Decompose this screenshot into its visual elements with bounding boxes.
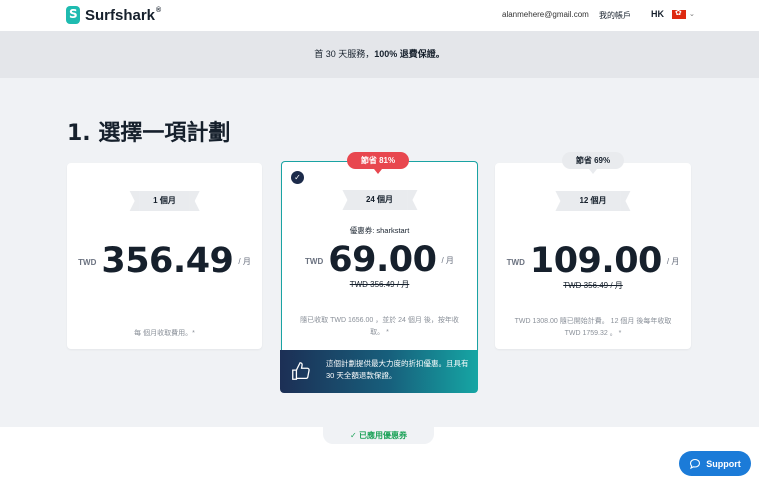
price-amount: 69.00: [328, 240, 437, 280]
plan-duration-ribbon: 24 個月: [341, 190, 418, 210]
page-title: 1. 選擇一項計劃: [67, 121, 231, 146]
billing-note: TWD 1308.00 隨已開始計費。 12 個月 後每年收取 TWD 1759…: [514, 318, 672, 337]
billing-note: 每 個月收取費用。*: [134, 330, 195, 337]
plan-duration-ribbon: 1 個月: [129, 191, 200, 211]
original-price: TWD 356.49 / 月: [563, 281, 623, 290]
promo-text: 這個計劃提供最大力度的折扣優惠。且具有 30 天全額退款保證。: [326, 359, 469, 380]
currency-label: TWD: [506, 257, 525, 267]
hong-kong-flag-icon: [672, 8, 686, 19]
banner-bold-text: 100% 退費保證。: [374, 49, 445, 59]
applied-coupon-label[interactable]: ✓ 已應用優惠券: [323, 430, 434, 441]
plan-price: TWD 109.00 / 月: [495, 241, 691, 281]
savings-badge-81: 節省 81%: [347, 152, 409, 174]
region-code: HK: [651, 9, 664, 19]
brand-name: Surfshark®: [85, 6, 162, 24]
plan-price: TWD 69.00 / 月: [282, 240, 477, 280]
price-amount: 109.00: [529, 241, 663, 281]
plan-duration-ribbon: 12 個月: [555, 191, 631, 211]
thumbs-up-icon: [292, 362, 310, 380]
price-amount: 356.49: [101, 241, 234, 281]
region-selector[interactable]: HK ⌄: [651, 8, 695, 20]
selected-check-icon: ✓: [291, 171, 304, 184]
currency-label: TWD: [78, 257, 97, 267]
price-period: / 月: [441, 255, 454, 265]
banner-text: 首 30 天服務，: [314, 49, 375, 59]
original-price: TWD 356.49 / 月: [349, 280, 410, 289]
plan-card-12-months[interactable]: 12 個月 TWD 109.00 / 月 TWD 356.49 / 月 TWD …: [495, 163, 691, 349]
surfshark-logo-icon: [66, 6, 80, 24]
currency-label: TWD: [305, 256, 324, 266]
best-deal-promo: 這個計劃提供最大力度的折扣優惠。且具有 30 天全額退款保證。: [280, 350, 478, 393]
chat-bubble-icon: [690, 458, 701, 469]
savings-badge-69: 節省 69%: [562, 152, 624, 174]
surfshark-logo[interactable]: Surfshark®: [66, 6, 161, 24]
chevron-down-icon: ⌄: [689, 10, 695, 18]
support-button[interactable]: Support: [679, 451, 751, 476]
plan-card-1-month[interactable]: 1 個月 TWD 356.49 / 月 每 個月收取費用。*: [67, 163, 262, 349]
plan-price: TWD 356.49 / 月: [67, 241, 262, 281]
billing-note: 隨已收取 TWD 1656.00 ，並於 24 個月 後，按年收取。 *: [300, 317, 459, 336]
support-label: Support: [706, 458, 741, 469]
price-period: / 月: [238, 256, 251, 266]
account-email: alanmehere@gmail.com: [502, 10, 589, 19]
guarantee-banner: 首 30 天服務，100% 退費保證。: [0, 31, 759, 78]
price-period: / 月: [666, 256, 680, 266]
coupon-label: 優惠券: sharkstart: [349, 226, 410, 235]
top-header: Surfshark® alanmehere@gmail.com 我的帳戶 HK …: [0, 0, 759, 31]
plan-card-24-months[interactable]: ✓ 24 個月 優惠券: sharkstart TWD 69.00 / 月 TW…: [281, 161, 478, 351]
my-account-link[interactable]: 我的帳戶: [599, 10, 631, 21]
